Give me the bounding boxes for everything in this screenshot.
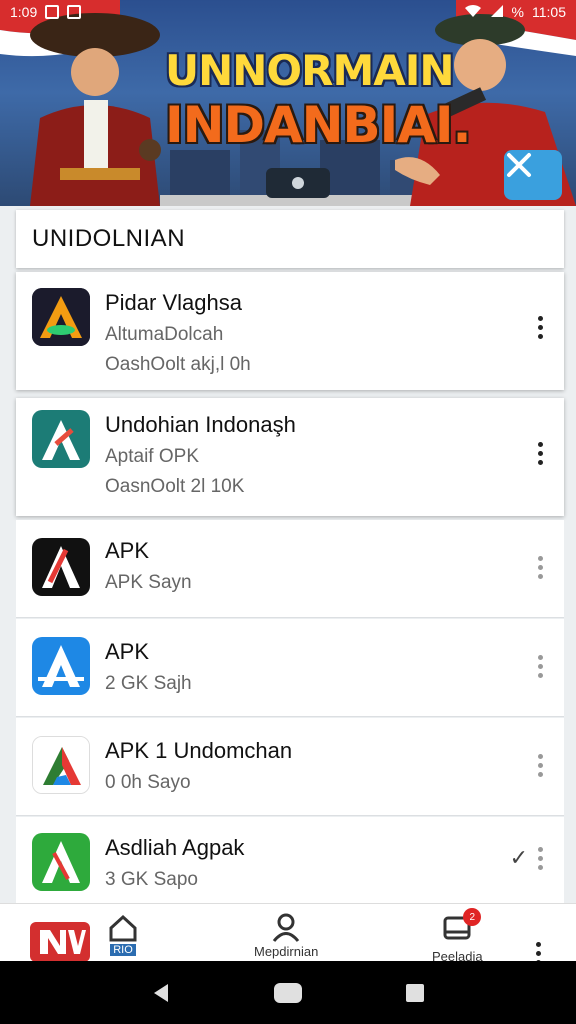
home-button-icon[interactable] [273, 982, 303, 1004]
notification-icon [45, 5, 60, 19]
app-list-item[interactable]: APK 2 GK Sajh [16, 619, 564, 717]
app-title: Undohian Indonaşh [105, 412, 296, 437]
app-subtitle: Aptaif OPK [105, 446, 199, 467]
nav-profile[interactable]: Mepdirnian [254, 912, 318, 959]
app-title: Pidar Vlaghsa [105, 290, 242, 315]
app-icon [32, 288, 90, 346]
more-options-icon[interactable] [534, 847, 546, 870]
more-options-icon[interactable] [534, 754, 546, 777]
close-icon [507, 153, 531, 177]
app-list-item[interactable]: Undohian Indonaşh Aptaif OPK OasnOolt 2l… [16, 398, 564, 516]
app-title: Asdliah Agpak [105, 835, 245, 860]
more-options-icon[interactable] [534, 655, 546, 678]
app-list-item[interactable]: APK APK Sayn [16, 520, 564, 618]
app-meta: OasnOolt 2l 10K [105, 476, 245, 497]
more-options-icon[interactable] [534, 442, 546, 465]
more-options-icon[interactable] [534, 316, 546, 339]
indicator-dot-icon [292, 177, 304, 189]
signal-label: % [511, 4, 524, 20]
app-subtitle: 2 GK Sajh [105, 673, 192, 694]
app-icon [32, 736, 90, 794]
app-subtitle: APK Sayn [105, 572, 192, 593]
app-meta: OashOolt akj,l 0h [105, 354, 251, 375]
app-icon [32, 538, 90, 596]
app-subtitle: 0 0h Sayo [105, 772, 191, 793]
wifi-icon [464, 4, 482, 21]
home-icon [109, 914, 137, 942]
status-time-right: 11:05 [532, 4, 566, 20]
recents-icon[interactable] [404, 982, 426, 1004]
banner-title-line1: UNNORMAIN [165, 46, 455, 95]
notification-badge: 2 [463, 908, 482, 926]
person-icon [272, 913, 300, 942]
section-title: UNIDOLNIAN [32, 225, 186, 252]
app-subtitle: AltumaDolcah [105, 324, 224, 345]
bottom-navigation: RIO Mepdirnian 2 Peeladia [0, 903, 576, 965]
system-navigation-bar [0, 961, 576, 1024]
status-bar: 1:09 % 11:05 [0, 0, 576, 24]
app-icon [32, 637, 90, 695]
back-icon[interactable] [150, 982, 172, 1004]
more-options-icon[interactable] [534, 556, 546, 579]
app-icon [32, 833, 90, 891]
app-title: APK [105, 639, 150, 664]
app-logo-button[interactable] [30, 922, 90, 962]
nav-home[interactable]: RIO [108, 914, 138, 956]
image-icon [67, 5, 82, 19]
promo-banner[interactable]: UNNORMAIN INDANBIAI. [0, 0, 576, 206]
check-icon: ✓ [509, 845, 528, 870]
nav-notifications[interactable]: 2 Peeladia [432, 908, 483, 964]
nav-profile-label: Mepdirnian [254, 944, 319, 959]
app-title: APK 1 Undomchan [105, 738, 293, 763]
section-header: UNIDOLNIAN [16, 210, 564, 268]
app-title: APK [105, 538, 150, 563]
signal-icon [490, 4, 504, 21]
nav-home-badge: RIO [110, 944, 136, 956]
app-list-item[interactable]: Asdliah Agpak 3 GK Sapo ✓ [16, 817, 564, 903]
app-list-item[interactable]: APK 1 Undomchan 0 0h Sayo [16, 718, 564, 816]
banner-title-line2: INDANBIAI. [165, 96, 472, 154]
app-list-item[interactable]: Pidar Vlaghsa AltumaDolcah OashOolt akj,… [16, 272, 564, 390]
app-logo-icon [30, 922, 90, 962]
close-banner-button[interactable] [504, 150, 562, 200]
app-icon [32, 410, 90, 468]
status-time-left: 1:09 [10, 4, 38, 20]
app-subtitle: 3 GK Sapo [105, 869, 198, 890]
banner-indicator [266, 168, 330, 198]
